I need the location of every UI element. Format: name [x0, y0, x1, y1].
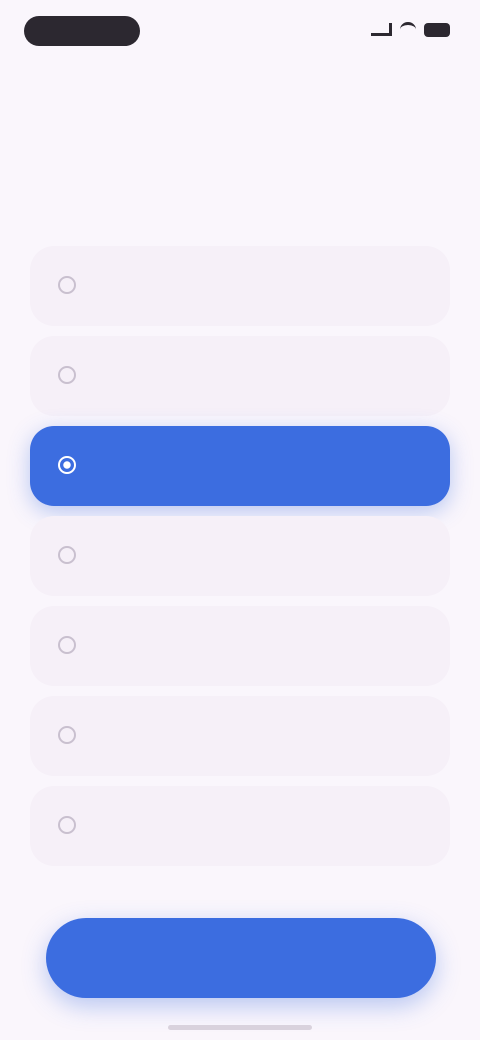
- radio-icon: [58, 546, 76, 564]
- option-item[interactable]: [30, 246, 450, 326]
- radio-icon: [58, 726, 76, 744]
- option-item[interactable]: [30, 696, 450, 776]
- option-item[interactable]: [30, 786, 450, 866]
- status-icons: [371, 22, 450, 37]
- option-item[interactable]: [30, 516, 450, 596]
- step-label: [32, 60, 258, 78]
- radio-checked-icon: [58, 456, 76, 474]
- status-time: [24, 16, 140, 46]
- option-item[interactable]: [30, 606, 450, 686]
- signal-icon: [371, 23, 392, 36]
- options-list: [30, 246, 450, 876]
- radio-icon: [58, 276, 76, 294]
- status-bar: [0, 0, 480, 62]
- option-item[interactable]: [30, 336, 450, 416]
- radio-icon: [58, 366, 76, 384]
- home-indicator: [168, 1025, 312, 1030]
- radio-icon: [58, 816, 76, 834]
- continue-button[interactable]: [46, 918, 436, 998]
- option-item-selected[interactable]: [30, 426, 450, 506]
- wifi-icon: [400, 22, 416, 37]
- radio-icon: [58, 636, 76, 654]
- battery-icon: [424, 22, 450, 37]
